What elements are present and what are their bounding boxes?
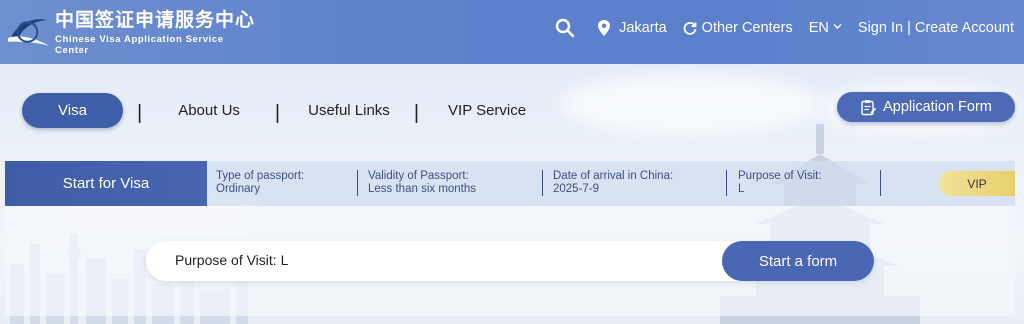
passport-validity-label: Validity of Passport:: [368, 170, 469, 182]
visit-purpose-value: L: [738, 183, 745, 195]
sign-in-link[interactable]: Sign In: [858, 20, 903, 36]
site-logo[interactable]: 中国签证申请服务中心 Chinese Visa Application Serv…: [6, 8, 256, 56]
language-selector[interactable]: EN: [809, 20, 842, 36]
passport-validity-value: Less than six months: [368, 183, 477, 195]
refresh-icon: [683, 22, 697, 35]
brand-name-en: Chinese Visa Application Service Center: [54, 33, 224, 56]
location-pin-icon: [598, 20, 611, 36]
passport-type-info: Type of passport: Ordinary: [216, 170, 304, 196]
passport-type-label: Type of passport:: [216, 170, 305, 182]
location-label: Jakarta: [619, 20, 667, 36]
location-selector[interactable]: Jakarta: [597, 19, 683, 37]
passport-type-value: Ordinary: [216, 183, 261, 195]
visit-purpose-label: Purpose of Visit:: [738, 170, 822, 182]
vip-badge[interactable]: VIP: [939, 171, 1015, 196]
info-divider: [880, 170, 881, 196]
start-for-visa-title: Start for Visa: [5, 161, 207, 206]
header-separator: |: [907, 20, 911, 36]
header-utility-nav: Jakarta Other Centers EN Sign In | Creat…: [555, 0, 1014, 56]
nav-item-vip-service[interactable]: VIP Service: [448, 102, 526, 119]
other-centers-label: Other Centers: [701, 20, 793, 36]
visa-summary-strip: Start for Visa Type of passport: Ordinar…: [5, 161, 1015, 206]
arrival-date-info: Date of arrival in China: 2025-7-9: [553, 170, 673, 196]
create-account-link[interactable]: Create Account: [915, 20, 1014, 36]
nav-divider: |: [137, 101, 143, 124]
info-divider: [542, 170, 543, 196]
search-icon[interactable]: [555, 18, 575, 38]
application-form-button[interactable]: Application Form: [837, 92, 1015, 122]
info-divider: [726, 170, 727, 196]
nav-divider: |: [274, 101, 281, 124]
info-divider: [357, 170, 358, 196]
nav-item-about-us[interactable]: About Us: [178, 102, 240, 119]
application-form-label: Application Form: [883, 99, 992, 115]
passport-validity-info: Validity of Passport: Less than six mont…: [368, 170, 476, 196]
chevron-down-icon: [833, 23, 842, 29]
main-navigation: Visa | About Us | Useful Links | VIP Ser…: [22, 92, 526, 128]
nav-item-useful-links[interactable]: Useful Links: [308, 102, 390, 119]
nav-item-visa[interactable]: Visa: [22, 92, 123, 128]
arrival-date-label: Date of arrival in China:: [553, 170, 674, 182]
nav-divider: |: [413, 101, 420, 124]
purpose-of-visit-text: Purpose of Visit: L: [175, 252, 289, 268]
visit-purpose-info: Purpose of Visit: L: [738, 170, 822, 196]
language-label: EN: [808, 20, 829, 36]
logo-swoosh-icon: [7, 19, 50, 46]
start-a-form-button[interactable]: Start a form: [722, 241, 874, 281]
brand-name-cn: 中国签证申请服务中心: [54, 8, 255, 31]
other-centers-link[interactable]: Other Centers: [683, 20, 809, 36]
form-document-icon: [861, 99, 877, 115]
arrival-date-value: 2025-7-9: [553, 183, 600, 195]
top-header: 中国签证申请服务中心 Chinese Visa Application Serv…: [0, 0, 1024, 64]
